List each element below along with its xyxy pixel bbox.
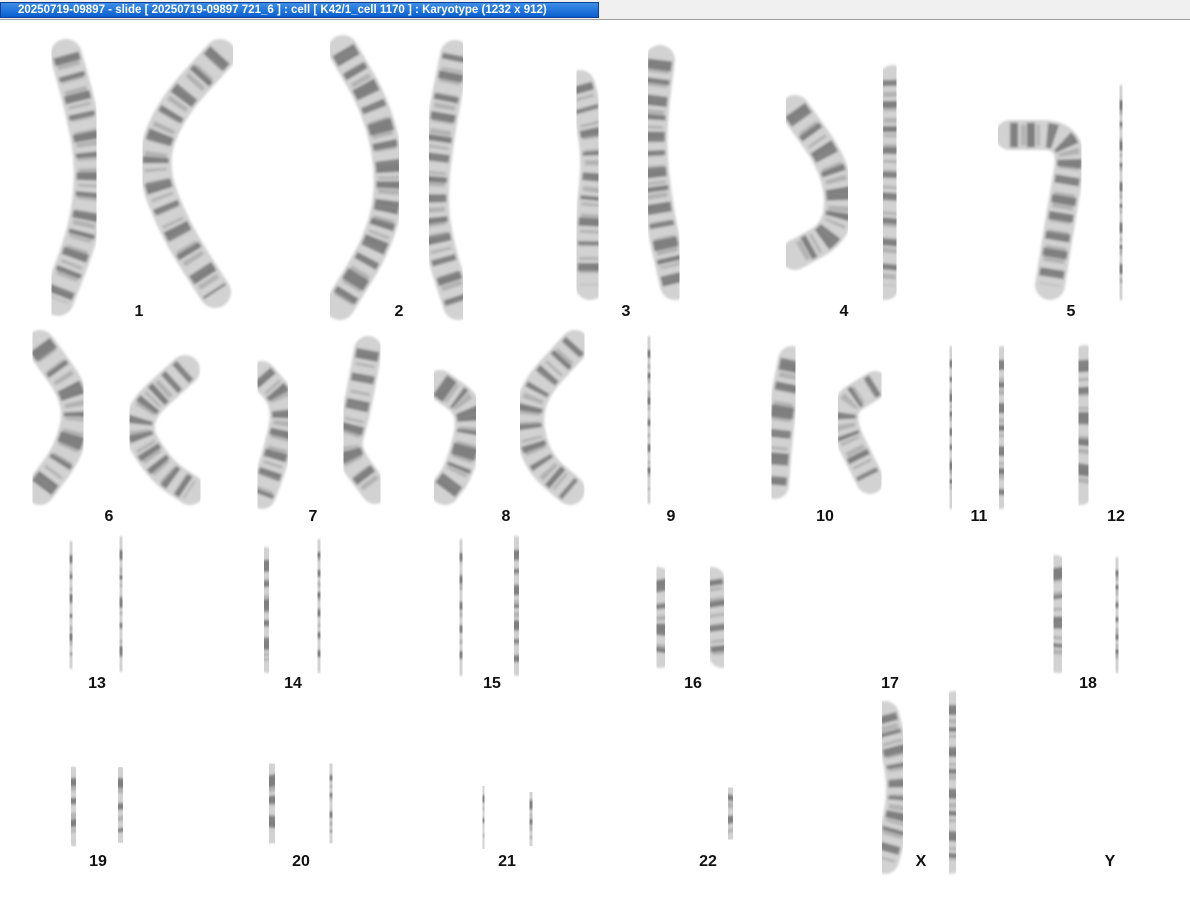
chromosome-label-10: 10 [816, 508, 834, 525]
chromosome-5-b[interactable] [1105, 85, 1137, 300]
window-title: 20250719-09897 - slide [ 20250719-09897 … [18, 4, 547, 16]
chromosome-label-15: 15 [483, 675, 501, 692]
chromosome-label-8: 8 [502, 508, 511, 525]
chromosome-pair-14[interactable] [252, 539, 333, 673]
chromosome-14-a[interactable] [252, 547, 281, 673]
chromosome-15-b[interactable] [501, 536, 532, 676]
chromosome-label-5: 5 [1067, 303, 1076, 320]
chromosome-15-a[interactable] [446, 539, 476, 676]
chromosome-label-2: 2 [395, 303, 404, 320]
chromosome-pair-12[interactable] [1065, 320, 1160, 505]
chromosome-2-b[interactable] [419, 40, 473, 320]
chromosome-layer [25, 35, 1160, 874]
chromosome-10-b[interactable] [830, 371, 889, 494]
chromosome-4-a[interactable] [780, 95, 854, 270]
chromosome-19-a[interactable] [60, 766, 87, 847]
chromosome-1-b[interactable] [139, 39, 236, 308]
chromosome-x-a[interactable] [871, 701, 914, 874]
chromosome-pair-22[interactable] [671, 767, 745, 848]
chromosome-20-a[interactable] [257, 762, 288, 845]
chromosome-label-11: 11 [971, 508, 988, 525]
chromosome-20-b[interactable] [317, 762, 345, 845]
chromosome-16-b[interactable] [699, 567, 735, 668]
chromosome-16-a[interactable] [645, 567, 677, 668]
chromosome-label-20: 20 [292, 853, 310, 870]
chromosome-label-13: 13 [88, 675, 106, 692]
chromosome-label-9: 9 [667, 508, 676, 525]
chromosome-6-b[interactable] [124, 355, 205, 505]
chromosome-13-a[interactable] [56, 541, 86, 669]
window-title-tab[interactable]: 20250719-09897 - slide [ 20250719-09897 … [0, 2, 599, 18]
chromosome-6-a[interactable] [25, 330, 91, 505]
chromosome-label-7: 7 [309, 508, 318, 525]
chromosome-pair-3[interactable] [565, 45, 690, 300]
chromosome-21-a[interactable] [470, 782, 497, 853]
chromosome-3-b[interactable] [637, 45, 690, 300]
chromosome-22-b[interactable] [716, 782, 745, 845]
chromosome-13-b[interactable] [106, 536, 136, 672]
chromosome-pair-9[interactable] [634, 336, 713, 504]
chromosome-label-4: 4 [840, 303, 849, 320]
chromosome-pair-11[interactable] [936, 346, 1017, 509]
chromosome-7-b[interactable] [334, 336, 389, 504]
chromosome-pair-2[interactable] [325, 35, 473, 320]
karyotype-board: 1 2 3 4 56 7 8 9 10 11 1213 14 15 16 17 1819 20 21 22 X Y [25, 35, 1160, 874]
chromosome-pair-5[interactable] [995, 85, 1137, 300]
chromosome-label-21: 21 [498, 853, 516, 870]
chromosome-10-a[interactable] [761, 346, 806, 499]
chromosome-pair-x[interactable] [871, 691, 969, 874]
chromosome-label-22: 22 [699, 853, 717, 870]
chromosome-1-a[interactable] [42, 39, 106, 316]
chromosome-label-19: 19 [89, 853, 107, 870]
chromosome-pair-19[interactable] [60, 766, 134, 847]
chromosome-14-b[interactable] [305, 539, 333, 673]
chromosome-7-a[interactable] [248, 361, 298, 509]
chromosome-8-a[interactable] [425, 370, 485, 505]
chromosome-pair-15[interactable] [446, 536, 532, 676]
chromosome-label-16: 16 [684, 675, 702, 692]
chromosome-label-14: 14 [284, 675, 302, 692]
chromosome-pair-16[interactable] [645, 567, 735, 668]
chromosome-pair-1[interactable] [42, 39, 236, 316]
chromosome-pair-4[interactable] [780, 65, 910, 300]
chromosome-21-b[interactable] [517, 787, 545, 851]
chromosome-9-a[interactable] [634, 336, 664, 504]
chromosome-label-17: 17 [881, 675, 899, 692]
chromosome-11-b[interactable] [986, 346, 1017, 509]
chromosome-pair-10[interactable] [761, 346, 889, 499]
chromosome-pair-6[interactable] [25, 330, 205, 505]
chromosome-label-18: 18 [1079, 675, 1097, 692]
chromosome-12-a[interactable] [1065, 345, 1102, 505]
chromosome-4-b[interactable] [870, 65, 910, 300]
chromosome-label-layer: 1 2 3 4 56 7 8 9 10 11 1213 14 15 16 17 1819 20 21 22 X Y [88, 303, 1125, 870]
chromosome-label-x: X [916, 853, 927, 870]
chromosome-label-6: 6 [105, 508, 114, 525]
chromosome-x-b[interactable] [936, 691, 969, 874]
chromosome-label-y: Y [1105, 853, 1116, 870]
chromosome-label-3: 3 [622, 303, 631, 320]
chromosome-19-b[interactable] [106, 766, 134, 844]
chromosome-pair-13[interactable] [56, 536, 136, 672]
chromosome-5-a[interactable] [995, 120, 1085, 300]
chromosome-pair-20[interactable] [257, 762, 345, 845]
window-title-bar: 20250719-09897 - slide [ 20250719-09897 … [0, 0, 1190, 20]
chromosome-pair-7[interactable] [248, 336, 389, 509]
chromosome-pair-18[interactable] [1042, 555, 1131, 673]
chromosome-18-b[interactable] [1103, 557, 1131, 673]
chromosome-pair-21[interactable] [470, 782, 545, 853]
chromosome-3-a[interactable] [565, 70, 611, 300]
chromosome-label-12: 12 [1107, 508, 1125, 525]
chromosome-2-a[interactable] [325, 35, 404, 320]
chromosome-18-a[interactable] [1042, 555, 1074, 673]
chromosome-11-a[interactable] [936, 346, 966, 509]
chromosome-label-1: 1 [135, 303, 144, 320]
chromosome-pair-8[interactable] [425, 330, 590, 505]
chromosome-8-b[interactable] [514, 330, 590, 505]
chromosome-pair-17[interactable] [851, 552, 928, 668]
